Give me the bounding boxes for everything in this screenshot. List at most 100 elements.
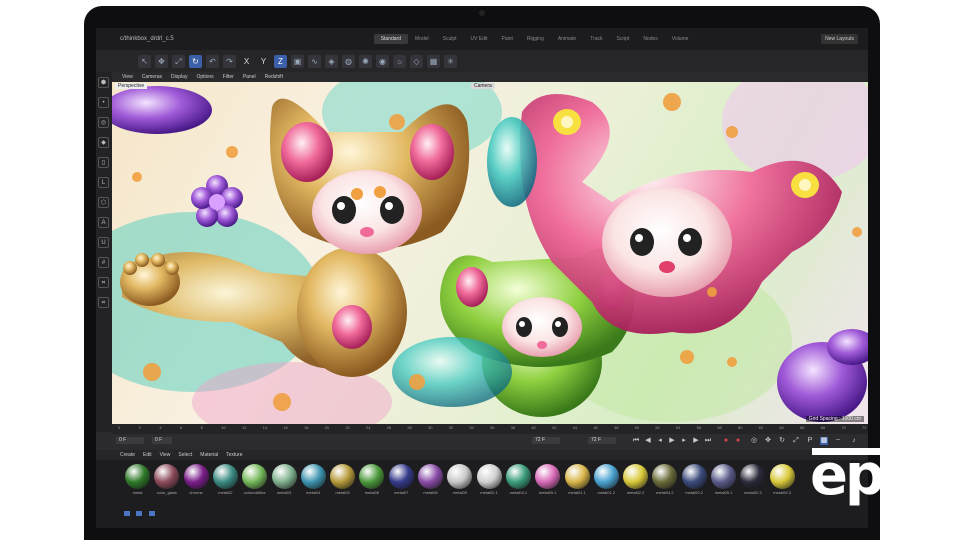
material-swatch[interactable]: metal09.3 xyxy=(769,464,796,495)
polygons-mode-icon[interactable]: ◆ xyxy=(98,137,109,148)
new-layouts-button[interactable]: New Layouts xyxy=(821,34,858,44)
end-frame-field[interactable]: 72 F xyxy=(532,437,560,444)
rotate-icon[interactable]: ↻ xyxy=(189,54,202,68)
material-swatch[interactable]: metal06 xyxy=(358,464,385,495)
layout-tab-sculpt[interactable]: Sculpt xyxy=(436,34,464,44)
layout-tab-model[interactable]: Model xyxy=(408,34,436,44)
render-icon[interactable]: ✳ xyxy=(444,54,457,68)
sculpt-icon[interactable]: A xyxy=(98,217,109,228)
axis-z-button[interactable]: Z xyxy=(274,54,287,68)
material-swatch[interactable]: metal08 xyxy=(417,464,444,495)
rotate-key-icon[interactable]: ↻ xyxy=(778,437,786,445)
material-menu-create[interactable]: Create xyxy=(120,452,135,458)
snap-icon[interactable]: # xyxy=(98,257,109,268)
panel-icon-b[interactable] xyxy=(136,511,143,516)
material-swatch[interactable]: chrome xyxy=(183,464,210,495)
layout-tab-rigging[interactable]: Rigging xyxy=(520,34,551,44)
layout-tab-nodes[interactable]: Nodes xyxy=(636,34,664,44)
3d-viewport[interactable]: Perspective Camera Grid Spacing : 1000 c… xyxy=(112,82,868,424)
next-frame-icon[interactable]: ▸ xyxy=(680,437,688,445)
axis-x-button[interactable]: X xyxy=(240,55,253,68)
light-icon[interactable]: ☼ xyxy=(393,54,406,68)
material-menu-select[interactable]: Select xyxy=(178,452,192,458)
material-menu-edit[interactable]: Edit xyxy=(143,452,152,458)
locked-workplane-icon[interactable]: ⌗ xyxy=(98,297,109,308)
magnet-icon[interactable]: U xyxy=(98,237,109,248)
viewport-menu-display[interactable]: Display xyxy=(171,74,187,80)
keyframe-icon[interactable]: ◎ xyxy=(750,437,758,445)
material-menu-view[interactable]: View xyxy=(160,452,171,458)
document-tab[interactable]: c/thinkbox_drdrl_c.5 xyxy=(120,36,174,42)
material-swatch[interactable]: metal01.2 xyxy=(593,464,620,495)
material-swatch[interactable]: metal04.1 xyxy=(505,464,532,495)
next-key-icon[interactable]: ▶ xyxy=(692,437,700,445)
layout-tab-uv-edit[interactable]: UV Edit xyxy=(464,34,495,44)
uv-mode-icon[interactable]: ▯ xyxy=(98,157,109,168)
material-swatch[interactable]: color_glass xyxy=(153,464,180,495)
undo-icon[interactable]: ↶ xyxy=(206,54,219,68)
material-swatch[interactable]: metal03 xyxy=(271,464,298,495)
layout-tab-script[interactable]: Script xyxy=(610,34,637,44)
prev-key-icon[interactable]: ◀ xyxy=(644,437,652,445)
spline-icon[interactable]: ∿ xyxy=(308,54,321,68)
timeline-ruler[interactable]: 0 2 4 6 8 10 12 14 16 18 20 22 24 26 28 30 32 34 36 38 40 42 4… xyxy=(112,424,868,434)
material-swatch[interactable]: metal02.3 xyxy=(739,464,766,495)
material-swatch[interactable]: metal09.2 xyxy=(681,464,708,495)
viewport-menu-filter[interactable]: Filter xyxy=(223,74,234,80)
edges-mode-icon[interactable]: ◎ xyxy=(98,117,109,128)
autokey-icon[interactable]: ● xyxy=(734,437,742,445)
tag-icon[interactable]: ◇ xyxy=(410,54,423,68)
move-icon[interactable]: ✥ xyxy=(155,54,168,68)
viewport-menu-panel[interactable]: Panel xyxy=(243,74,256,80)
grid-icon[interactable]: ▦ xyxy=(427,54,440,68)
layout-tab-track[interactable]: Track xyxy=(583,34,609,44)
prev-frame-icon[interactable]: ◂ xyxy=(656,437,664,445)
workplane-icon[interactable]: ⌗ xyxy=(98,277,109,288)
field-icon[interactable]: ✺ xyxy=(359,54,372,68)
layout-tab-volume[interactable]: Volume xyxy=(665,34,696,44)
material-swatch[interactable]: metal05.1 xyxy=(710,464,737,495)
pointer-icon[interactable]: ↖ xyxy=(138,54,151,68)
panel-icon-c[interactable] xyxy=(148,511,155,516)
viewport-menu-redshift[interactable]: Redshift xyxy=(265,74,283,80)
material-swatch[interactable]: metal07 xyxy=(388,464,415,495)
generator-icon[interactable]: ◈ xyxy=(325,54,338,68)
material-swatch[interactable]: metal01.1 xyxy=(564,464,591,495)
viewport-menu-cameras[interactable]: Cameras xyxy=(142,74,162,80)
play-icon[interactable]: ▶ xyxy=(668,437,676,445)
material-swatch[interactable]: metal02.1 xyxy=(476,464,503,495)
scale-icon[interactable]: ⤢ xyxy=(172,54,185,68)
layout-tab-standard[interactable]: Standard xyxy=(373,34,408,44)
material-swatch[interactable]: metal04 xyxy=(300,464,327,495)
viewport-menu-view[interactable]: View xyxy=(122,74,133,80)
material-swatch[interactable]: metal09 xyxy=(446,464,473,495)
scale-key-icon[interactable]: ⤢ xyxy=(792,437,800,445)
cube-icon[interactable]: ▣ xyxy=(291,54,304,68)
material-swatch[interactable]: metal xyxy=(124,464,151,495)
object-icon[interactable]: ⬡ xyxy=(98,197,109,208)
go-to-start-icon[interactable]: ⏮ xyxy=(632,437,640,445)
material-swatch[interactable]: metal04.2 xyxy=(651,464,678,495)
start-frame-field[interactable]: 0 F xyxy=(116,437,144,444)
model-mode-icon[interactable]: ⬢ xyxy=(98,77,109,88)
preview-end-field[interactable]: 72 F xyxy=(588,437,616,444)
points-mode-icon[interactable]: • xyxy=(98,97,109,108)
material-swatch[interactable]: colorediAlbe xyxy=(241,464,268,495)
material-menu-material[interactable]: Material xyxy=(200,452,218,458)
material-swatch[interactable]: metal02 xyxy=(212,464,239,495)
material-swatch[interactable]: metal02.2 xyxy=(622,464,649,495)
layout-tab-animate[interactable]: Animate xyxy=(551,34,583,44)
material-swatch[interactable]: metal09.1 xyxy=(534,464,561,495)
axis-icon[interactable]: L xyxy=(98,177,109,188)
redo-icon[interactable]: ↷ xyxy=(223,54,236,68)
material-swatch[interactable]: metal05 xyxy=(329,464,356,495)
record-icon[interactable]: ● xyxy=(722,437,730,445)
deformer-icon[interactable]: ◍ xyxy=(342,54,355,68)
viewport-menu-options[interactable]: Options xyxy=(196,74,213,80)
panel-icon-a[interactable] xyxy=(124,511,130,516)
go-to-end-icon[interactable]: ⏭ xyxy=(704,437,712,445)
camera-icon[interactable]: ◉ xyxy=(376,54,389,68)
current-frame-field[interactable]: 0 F xyxy=(152,437,172,444)
layout-tab-paint[interactable]: Paint xyxy=(494,34,519,44)
axis-y-button[interactable]: Y xyxy=(257,55,270,68)
